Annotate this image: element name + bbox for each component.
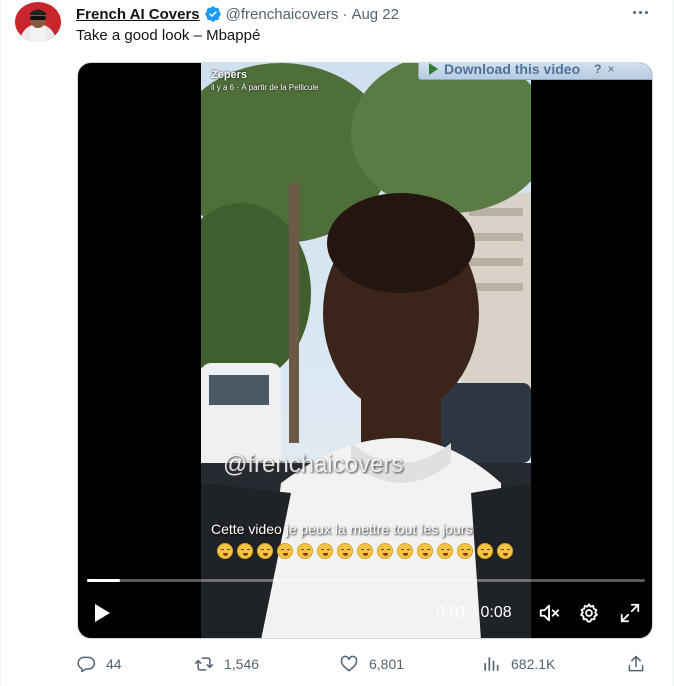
snap-subtitle: il y a 6 · À partir de la Pellicule [211, 83, 319, 92]
play-icon [429, 63, 438, 75]
avatar[interactable] [15, 2, 61, 42]
tweet-text: Take a good look – Mbappé [76, 27, 261, 44]
volume-muted-icon [539, 604, 560, 622]
emoji-icon [457, 543, 473, 559]
reply-button[interactable]: 44 [76, 652, 122, 676]
download-label: Download this video [444, 62, 581, 77]
tweet-card[interactable]: French AI Covers @frenchaicovers · Aug 2… [0, 0, 674, 686]
gear-icon [580, 603, 598, 623]
retweet-count: 1,546 [224, 656, 260, 672]
emoji-icon [277, 543, 293, 559]
reply-count: 44 [106, 656, 122, 672]
separator-dot: · [342, 5, 348, 23]
snap-title: Zepers [211, 69, 248, 81]
emoji-icon [417, 543, 433, 559]
display-name[interactable]: French AI Covers [76, 6, 200, 23]
emoji-row [215, 541, 515, 561]
heart-icon [340, 655, 358, 672]
emoji-icon [237, 543, 253, 559]
video-progress-fill [87, 579, 121, 582]
emoji-icon [477, 543, 493, 559]
emoji-icon [357, 543, 373, 559]
timestamp[interactable]: Aug 22 [351, 6, 399, 23]
retweet-icon [194, 657, 214, 671]
share-button[interactable] [626, 652, 656, 676]
download-video-button[interactable]: Download this video ? × [418, 62, 652, 80]
mute-button[interactable] [538, 601, 560, 625]
emoji-icon [437, 543, 453, 559]
video-caption: Cette video je peux la mettre tout les j… [211, 521, 473, 537]
fullscreen-button[interactable] [619, 601, 641, 625]
settings-button[interactable] [578, 601, 600, 625]
video-progress-bar[interactable] [87, 579, 645, 582]
download-help-icon[interactable]: ? [594, 63, 601, 76]
emoji-icon [297, 543, 313, 559]
emoji-icon [317, 543, 333, 559]
verified-badge-icon [204, 5, 222, 23]
video-player[interactable]: Zepers il y a 6 · À partir de la Pellicu… [77, 62, 653, 639]
reply-icon [77, 656, 96, 673]
emoji-icon [377, 543, 393, 559]
views-bar-chart-icon [484, 657, 499, 671]
download-close-icon[interactable]: × [607, 63, 614, 76]
play-icon [95, 604, 110, 622]
more-horizontal-icon[interactable] [629, 2, 651, 22]
handle[interactable]: @frenchaicovers [226, 6, 339, 23]
view-count: 682.1K [511, 656, 556, 672]
views-button[interactable]: 682.1K [481, 652, 555, 676]
emoji-icon [497, 543, 513, 559]
emoji-icon [337, 543, 353, 559]
emoji-icon [397, 543, 413, 559]
share-icon [628, 655, 644, 672]
emoji-icon [257, 543, 273, 559]
retweet-button[interactable]: 1,546 [194, 652, 259, 676]
like-button[interactable]: 6,801 [339, 652, 404, 676]
like-count: 6,801 [369, 656, 405, 672]
play-button[interactable] [92, 601, 112, 625]
video-time: 0:01 / 0:08 [436, 604, 512, 621]
video-frame: Zepers il y a 6 · À partir de la Pellicu… [201, 63, 531, 638]
tweet-header: French AI Covers @frenchaicovers · Aug 2… [76, 4, 399, 24]
watermark: @frenchaicovers [223, 451, 404, 478]
emoji-icon [217, 543, 233, 559]
tweet-actions: 44 1,546 6,801 682.1K [76, 652, 656, 676]
fullscreen-icon [620, 603, 640, 623]
